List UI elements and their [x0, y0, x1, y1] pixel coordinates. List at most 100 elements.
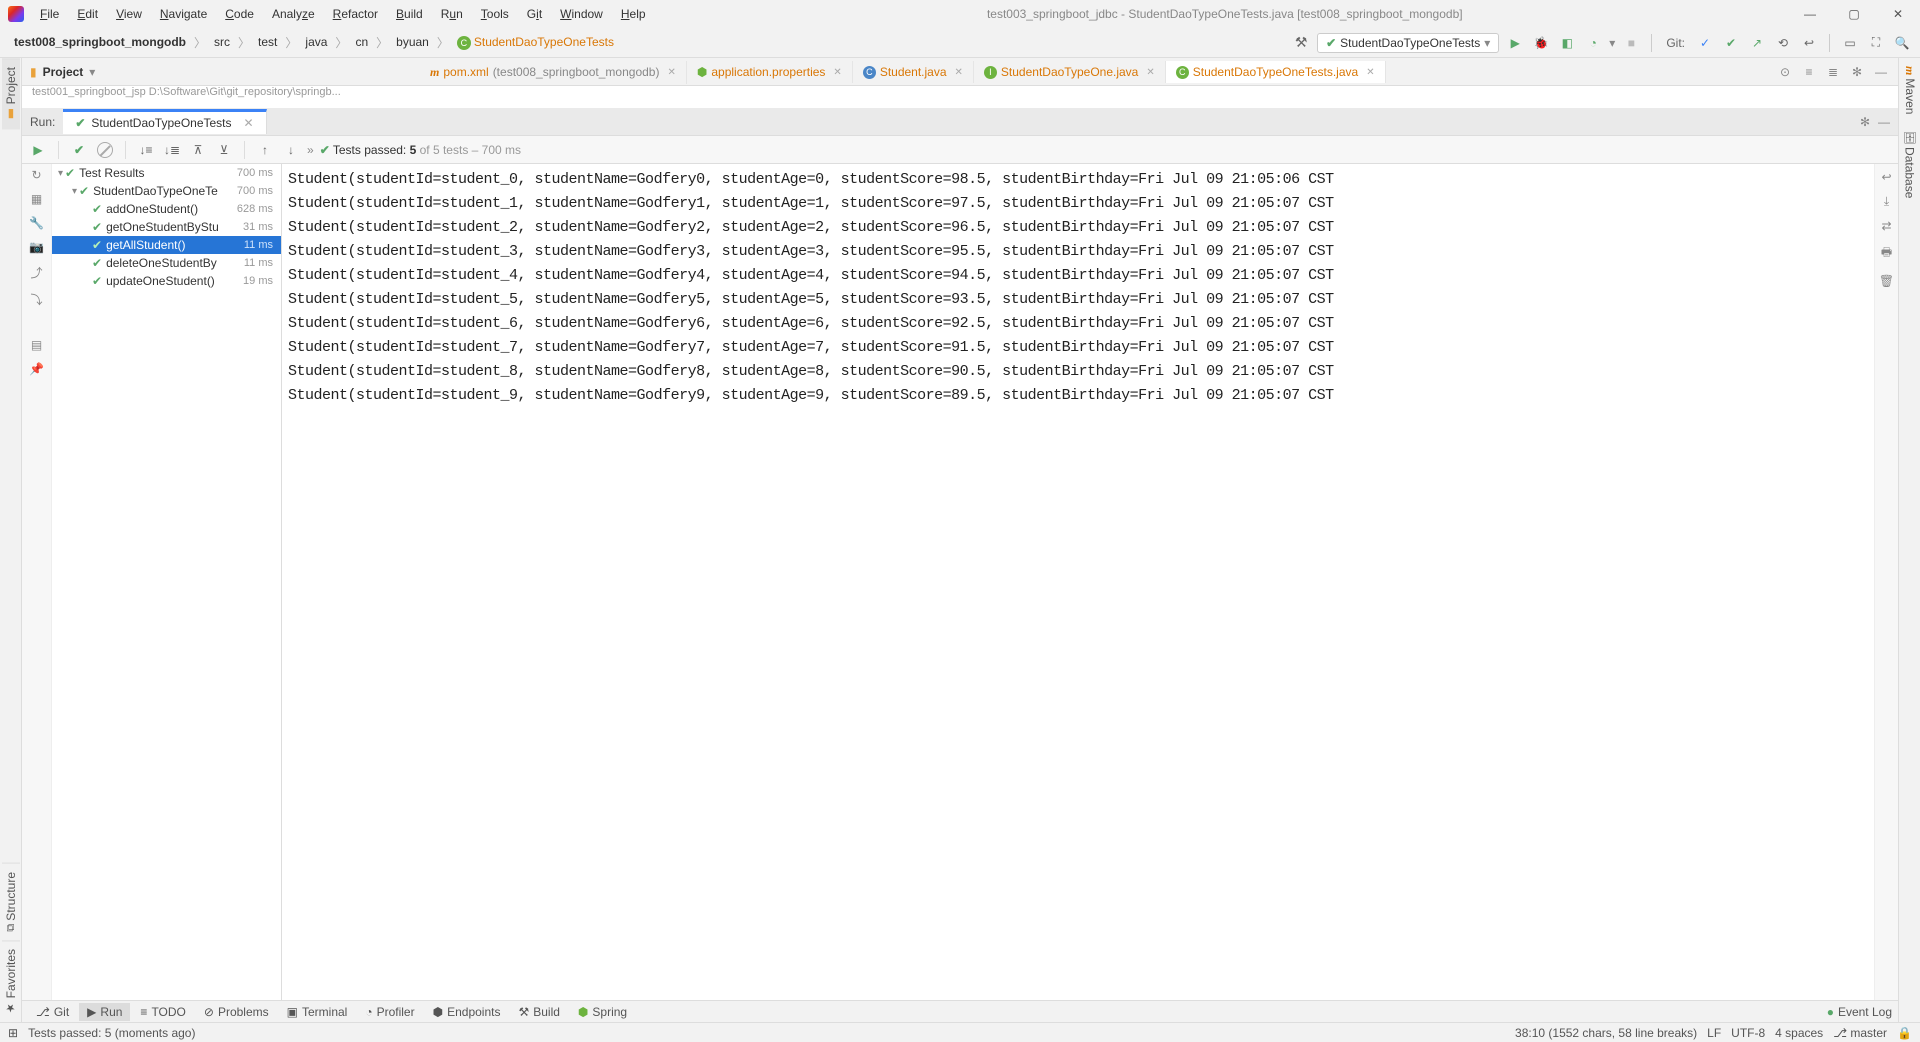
- test-row[interactable]: ✔addOneStudent()628 ms: [52, 200, 281, 218]
- run-config-selector[interactable]: ✔ StudentDaoTypeOneTests ▾: [1317, 33, 1499, 53]
- close-tab-icon[interactable]: ✕: [1366, 67, 1374, 78]
- crumb-file[interactable]: CStudentDaoTypeOneTests: [451, 33, 620, 52]
- run-button[interactable]: ▶: [1505, 33, 1525, 53]
- gear-icon[interactable]: ✻: [1860, 115, 1870, 129]
- project-tool-tab[interactable]: ▮ Project: [2, 58, 20, 129]
- bottom-tab-problems[interactable]: ⊘ Problems: [196, 1003, 277, 1021]
- bottom-tab-endpoints[interactable]: ⬢ Endpoints: [425, 1003, 509, 1021]
- ide-errors-icon[interactable]: ▭: [1840, 33, 1860, 53]
- bottom-tab-terminal[interactable]: ▣ Terminal: [279, 1003, 356, 1021]
- screenshot-icon[interactable]: 📷: [29, 240, 44, 254]
- bottom-tab-build[interactable]: ⚒ Build: [510, 1003, 567, 1021]
- menu-navigate[interactable]: Navigate: [152, 5, 215, 23]
- build-icon[interactable]: ⚒: [1291, 33, 1311, 53]
- status-encoding[interactable]: UTF-8: [1731, 1026, 1765, 1040]
- event-log-button[interactable]: ●Event Log: [1827, 1005, 1892, 1019]
- maven-tool-tab[interactable]: m Maven: [1900, 58, 1919, 122]
- menu-run[interactable]: Run: [433, 5, 471, 23]
- close-button[interactable]: ✕: [1884, 7, 1912, 21]
- next-test-icon[interactable]: ↓: [281, 140, 301, 160]
- wrench-icon[interactable]: 🔧: [29, 216, 44, 230]
- menu-edit[interactable]: Edit: [69, 5, 106, 23]
- test-row[interactable]: ✔getOneStudentByStu31 ms: [52, 218, 281, 236]
- status-indent[interactable]: 4 spaces: [1775, 1026, 1823, 1040]
- compare-icon[interactable]: ⇄: [1881, 219, 1891, 233]
- expand-icon[interactable]: ⛶: [1866, 33, 1886, 53]
- clear-icon[interactable]: 🗑: [1879, 274, 1894, 288]
- minimize-button[interactable]: ―: [1796, 7, 1824, 21]
- scroll-to-end-icon[interactable]: ⤓: [1884, 194, 1889, 209]
- rerun-failed-icon[interactable]: ↻: [31, 168, 41, 182]
- menu-help[interactable]: Help: [613, 5, 654, 23]
- rerun-button[interactable]: ▶: [28, 140, 48, 160]
- menu-tools[interactable]: Tools: [473, 5, 517, 23]
- soft-wrap-icon[interactable]: ↩: [1881, 170, 1891, 184]
- status-caret-pos[interactable]: 38:10 (1552 chars, 58 line breaks): [1515, 1026, 1697, 1040]
- coverage-button[interactable]: ◧: [1557, 33, 1577, 53]
- structure-tool-tab[interactable]: ⧉ Structure: [2, 863, 20, 940]
- favorites-tool-tab[interactable]: ★ Favorites: [2, 940, 20, 1022]
- prev-test-icon[interactable]: ↑: [255, 140, 275, 160]
- status-git-branch[interactable]: ⎇ master: [1833, 1026, 1887, 1040]
- status-line-separator[interactable]: LF: [1707, 1026, 1721, 1040]
- sort-duration-icon[interactable]: ↓≣: [162, 140, 182, 160]
- close-tab-icon[interactable]: ✕: [1146, 67, 1154, 78]
- close-tab-icon[interactable]: ✕: [667, 67, 675, 78]
- git-history-icon[interactable]: ⟲: [1773, 33, 1793, 53]
- export-icon[interactable]: ⤴: [30, 264, 42, 281]
- bottom-tab-run[interactable]: ▶ Run: [79, 1003, 130, 1021]
- git-push-icon[interactable]: ↗: [1747, 33, 1767, 53]
- lock-icon[interactable]: 🔒: [1897, 1026, 1912, 1040]
- crumb-java[interactable]: java: [299, 33, 333, 51]
- menu-analyze[interactable]: Analyze: [264, 5, 323, 23]
- bottom-tab-todo[interactable]: ≡ TODO: [132, 1003, 193, 1021]
- git-pull-icon[interactable]: ✓: [1695, 33, 1715, 53]
- bottom-tab-profiler[interactable]: ◔ Profiler: [357, 1003, 422, 1021]
- menu-code[interactable]: Code: [217, 5, 262, 23]
- crumb-src[interactable]: src: [208, 33, 236, 51]
- menu-refactor[interactable]: Refactor: [325, 5, 386, 23]
- editor-tab-props[interactable]: ⬢application.properties✕: [687, 61, 853, 83]
- tree-class[interactable]: ▾ ✔ StudentDaoTypeOneTe 700 ms: [52, 182, 281, 200]
- show-ignored-icon[interactable]: [95, 140, 115, 160]
- hide-panel-icon[interactable]: ―: [1878, 115, 1890, 129]
- git-commit-icon[interactable]: ✔: [1721, 33, 1741, 53]
- close-tab-icon[interactable]: ✕: [244, 116, 254, 130]
- bottom-tab-git[interactable]: ⎇ Git: [28, 1003, 77, 1021]
- menu-git[interactable]: Git: [519, 5, 550, 23]
- test-row-selected[interactable]: ✔getAllStudent()11 ms: [52, 236, 281, 254]
- run-tab[interactable]: ✔ StudentDaoTypeOneTests ✕: [63, 109, 266, 134]
- editor-tab-dao[interactable]: IStudentDaoTypeOne.java✕: [974, 61, 1166, 83]
- layout-icon[interactable]: ▤: [31, 338, 42, 352]
- crumb-cn[interactable]: cn: [349, 33, 374, 51]
- git-rollback-icon[interactable]: ↩: [1799, 33, 1819, 53]
- maximize-button[interactable]: ▢: [1840, 7, 1868, 21]
- crumb-test[interactable]: test: [252, 33, 283, 51]
- project-header-label[interactable]: Project: [43, 65, 84, 79]
- test-tree[interactable]: ▾ ✔ Test Results 700 ms ▾ ✔ StudentDaoTy…: [52, 164, 282, 1000]
- profile-button[interactable]: ◔: [1583, 33, 1603, 53]
- expand-all-icon[interactable]: ⊼: [188, 140, 208, 160]
- database-tool-tab[interactable]: 🗄 Database: [1901, 122, 1919, 206]
- crumb-project[interactable]: test008_springboot_mongodb: [8, 33, 192, 51]
- chevron-down-icon[interactable]: ▾: [89, 65, 95, 79]
- chevron-down-icon[interactable]: ▾: [58, 168, 63, 179]
- debug-button[interactable]: 🐞: [1531, 33, 1551, 53]
- console-output[interactable]: Student(studentId=student_0, studentName…: [282, 164, 1874, 1000]
- test-row[interactable]: ✔deleteOneStudentBy11 ms: [52, 254, 281, 272]
- truncated-project-row[interactable]: test001_springboot_jsp D:\Software\Git\g…: [22, 86, 422, 104]
- menu-file[interactable]: File: [32, 5, 67, 23]
- menu-build[interactable]: Build: [388, 5, 431, 23]
- sort-icon[interactable]: ↓≡: [136, 140, 156, 160]
- status-tool-windows-icon[interactable]: ⊞: [8, 1026, 18, 1040]
- print-icon[interactable]: 🖶: [1881, 243, 1892, 264]
- tree-root[interactable]: ▾ ✔ Test Results 700 ms: [52, 164, 281, 182]
- close-tab-icon[interactable]: ✕: [955, 67, 963, 78]
- close-tab-icon[interactable]: ✕: [833, 67, 841, 78]
- editor-tab-student[interactable]: CStudent.java✕: [853, 61, 974, 83]
- chevron-down-icon[interactable]: ▾: [72, 186, 77, 197]
- show-passed-icon[interactable]: ✔: [69, 140, 89, 160]
- search-everywhere-icon[interactable]: 🔍: [1892, 33, 1912, 53]
- toggle-auto-test-icon[interactable]: ▦: [31, 192, 42, 206]
- editor-tab-pom[interactable]: mpom.xml (test008_springboot_mongodb)✕: [420, 61, 687, 84]
